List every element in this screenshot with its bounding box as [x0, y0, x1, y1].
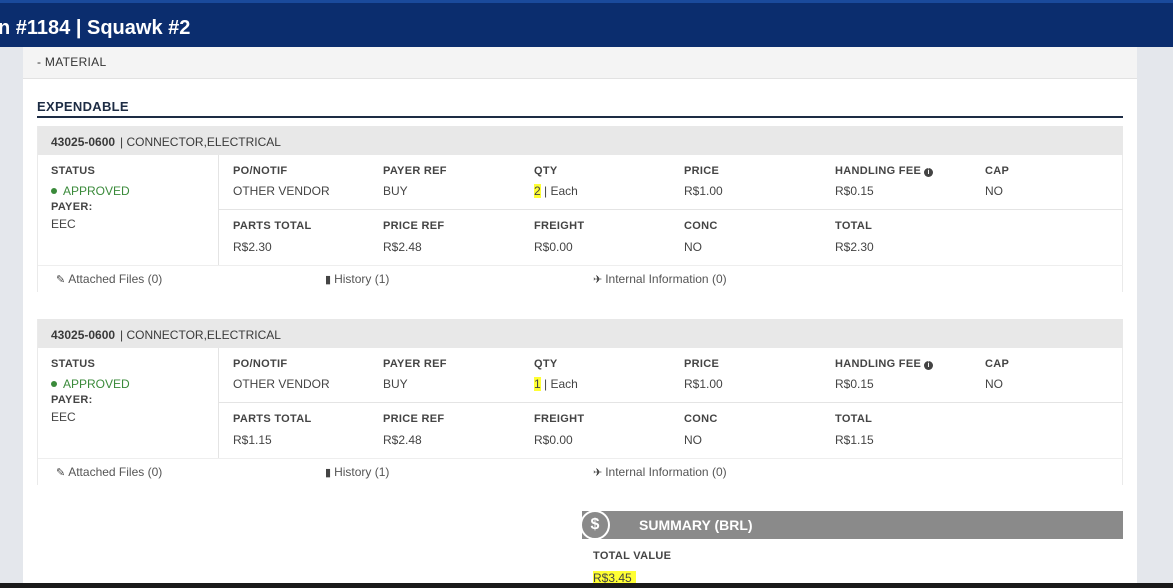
po-notif-value: OTHER VENDOR [233, 377, 330, 391]
total-value: R$2.30 [835, 240, 874, 254]
payer-ref-value: BUY [383, 377, 408, 391]
total-value: R$1.15 [835, 433, 874, 447]
dollar-coin-icon: $ [580, 510, 610, 540]
payer-label: PAYER: [51, 394, 93, 406]
payer-ref-label: PAYER REF [383, 165, 447, 177]
price-ref-label: PRICE REF [383, 413, 445, 425]
qty-label: QTY [534, 358, 558, 370]
bottom-edge [0, 583, 1173, 588]
qty-label: QTY [534, 165, 558, 177]
cap-label: CAP [985, 165, 1010, 177]
conc-value: NO [684, 240, 702, 254]
po-notif-label: PO/NOTIF [233, 165, 288, 177]
card-header: 43025-0600 | CONNECTOR,ELECTRICAL [38, 126, 1123, 155]
material-card: 43025-0600 | CONNECTOR,ELECTRICAL STATUS… [37, 319, 1123, 485]
price-value: R$1.00 [684, 184, 723, 198]
parts-total-label: PARTS TOTAL [233, 220, 312, 232]
price-ref-label: PRICE REF [383, 220, 445, 232]
row-divider [219, 402, 1123, 403]
status-value: APPROVED [51, 377, 130, 391]
po-notif-value: OTHER VENDOR [233, 184, 330, 198]
status-dot-icon [51, 381, 57, 387]
parts-total-value: R$1.15 [233, 433, 272, 447]
parts-total-value: R$2.30 [233, 240, 272, 254]
freight-value: R$0.00 [534, 433, 573, 447]
part-number: 43025-0600 [51, 328, 116, 342]
top-bar: n #1184 | Squawk #2 [0, 0, 1173, 47]
price-ref-value: R$2.48 [383, 240, 422, 254]
payer-ref-label: PAYER REF [383, 358, 447, 370]
group-divider [37, 116, 1123, 118]
status-dot-icon [51, 188, 57, 194]
footer-divider [38, 458, 1123, 459]
status-column: STATUS APPROVED PAYER: EEC [38, 348, 219, 458]
qty-number: 2 [534, 184, 541, 198]
handling-fee-label: HANDLING FEE i [835, 358, 934, 370]
conc-label: CONC [684, 413, 718, 425]
price-label: PRICE [684, 165, 720, 177]
status-label: STATUS [51, 165, 96, 177]
internal-info-link[interactable]: ✈ Internal Information (0) [593, 272, 727, 286]
total-label: TOTAL [835, 413, 873, 425]
part-description: | CONNECTOR,ELECTRICAL [120, 328, 281, 342]
page-title: n #1184 | Squawk #2 [0, 17, 191, 39]
total-label: TOTAL [835, 220, 873, 232]
payer-ref-value: BUY [383, 184, 408, 198]
parts-total-label: PARTS TOTAL [233, 413, 312, 425]
po-notif-label: PO/NOTIF [233, 358, 288, 370]
cap-label: CAP [985, 358, 1010, 370]
freight-label: FREIGHT [534, 413, 585, 425]
group-title: EXPENDABLE [37, 99, 129, 114]
qty-unit: | Each [544, 377, 578, 391]
material-panel: - MATERIAL EXPENDABLE 43025-0600 | CONNE… [23, 47, 1137, 588]
info-icon[interactable]: i [924, 361, 934, 370]
status-value: APPROVED [51, 184, 130, 198]
freight-value: R$0.00 [534, 240, 573, 254]
price-label: PRICE [684, 358, 720, 370]
qty-value: 1 | Each [534, 377, 578, 391]
summary-title: SUMMARY (BRL) [639, 517, 753, 533]
payer-value: EEC [51, 410, 76, 424]
handling-fee-label: HANDLING FEE i [835, 165, 934, 177]
qty-number: 1 [534, 377, 541, 391]
history-link[interactable]: ▮ History (1) [325, 272, 389, 286]
plane-icon: ✈ [593, 274, 603, 286]
row-divider [219, 209, 1123, 210]
handling-fee-value: R$0.15 [835, 184, 874, 198]
part-description: | CONNECTOR,ELECTRICAL [120, 135, 281, 149]
qty-unit: | Each [544, 184, 578, 198]
conc-label: CONC [684, 220, 718, 232]
section-label: - MATERIAL [37, 55, 107, 69]
payer-label: PAYER: [51, 201, 93, 213]
summary-header: $ SUMMARY (BRL) [580, 510, 1123, 540]
attached-files-link[interactable]: ✎ Attached Files (0) [56, 465, 162, 479]
paperclip-icon: ✎ [56, 274, 66, 286]
freight-label: FREIGHT [534, 220, 585, 232]
footer-divider [38, 265, 1123, 266]
handling-fee-value: R$0.15 [835, 377, 874, 391]
history-link[interactable]: ▮ History (1) [325, 465, 389, 479]
price-ref-value: R$2.48 [383, 433, 422, 447]
internal-info-link[interactable]: ✈ Internal Information (0) [593, 465, 727, 479]
material-section-toggle[interactable]: - MATERIAL [23, 47, 1137, 79]
plane-icon: ✈ [593, 467, 603, 479]
payer-value: EEC [51, 217, 76, 231]
material-card: 43025-0600 | CONNECTOR,ELECTRICAL STATUS… [37, 126, 1123, 292]
status-column: STATUS APPROVED PAYER: EEC [38, 155, 219, 265]
part-number: 43025-0600 [51, 135, 116, 149]
card-header: 43025-0600 | CONNECTOR,ELECTRICAL [38, 319, 1123, 348]
qty-value: 2 | Each [534, 184, 578, 198]
paperclip-icon: ✎ [56, 467, 66, 479]
info-icon[interactable]: i [924, 168, 934, 177]
book-icon: ▮ [325, 274, 332, 286]
total-value-label: TOTAL VALUE [593, 550, 672, 562]
cap-value: NO [985, 377, 1003, 391]
price-value: R$1.00 [684, 377, 723, 391]
book-icon: ▮ [325, 467, 332, 479]
attached-files-link[interactable]: ✎ Attached Files (0) [56, 272, 162, 286]
conc-value: NO [684, 433, 702, 447]
cap-value: NO [985, 184, 1003, 198]
status-label: STATUS [51, 358, 96, 370]
